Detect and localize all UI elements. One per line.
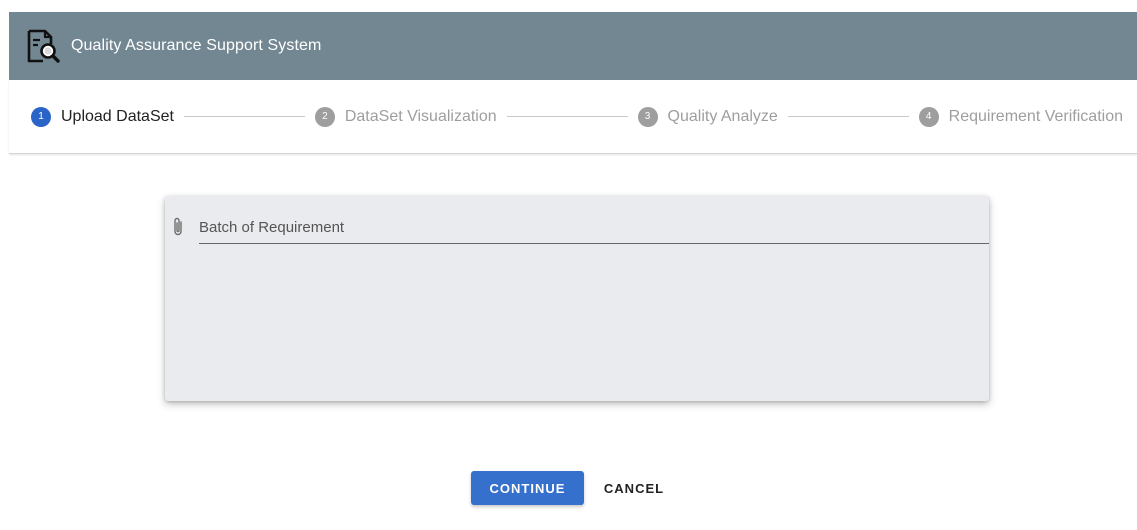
step-label: Requirement Verification xyxy=(948,107,1123,125)
step-label: DataSet Visualization xyxy=(344,107,497,125)
step-connector xyxy=(183,116,305,117)
step-upload-dataset[interactable]: 1 Upload DataSet xyxy=(31,106,174,127)
step-connector xyxy=(506,116,628,117)
step-number: 1 xyxy=(31,106,51,127)
step-label: Upload DataSet xyxy=(61,107,174,125)
continue-button[interactable]: CONTINUE xyxy=(471,471,584,505)
upload-card: Batch of Requirement xyxy=(165,196,989,401)
app-bar: Quality Assurance Support System xyxy=(9,12,1137,80)
step-requirement-verification[interactable]: 4 Requirement Verification xyxy=(918,106,1123,127)
cancel-button[interactable]: CANCEL xyxy=(594,471,674,505)
step-connector xyxy=(787,116,909,117)
step-number: 3 xyxy=(637,106,658,127)
batch-requirement-file-input[interactable]: Batch of Requirement xyxy=(199,214,989,244)
file-input-label: Batch of Requirement xyxy=(199,219,345,236)
step-number: 4 xyxy=(918,106,939,127)
app-title: Quality Assurance Support System xyxy=(71,37,322,54)
step-label: Quality Analyze xyxy=(667,107,778,125)
step-quality-analyze[interactable]: 3 Quality Analyze xyxy=(637,106,778,127)
action-bar: CONTINUE CANCEL xyxy=(0,471,1137,505)
document-search-icon xyxy=(23,26,63,66)
paperclip-icon[interactable] xyxy=(170,216,186,238)
stepper: 1 Upload DataSet 2 DataSet Visualization… xyxy=(9,80,1137,154)
step-number: 2 xyxy=(314,106,335,127)
step-dataset-visualization[interactable]: 2 DataSet Visualization xyxy=(314,106,497,127)
